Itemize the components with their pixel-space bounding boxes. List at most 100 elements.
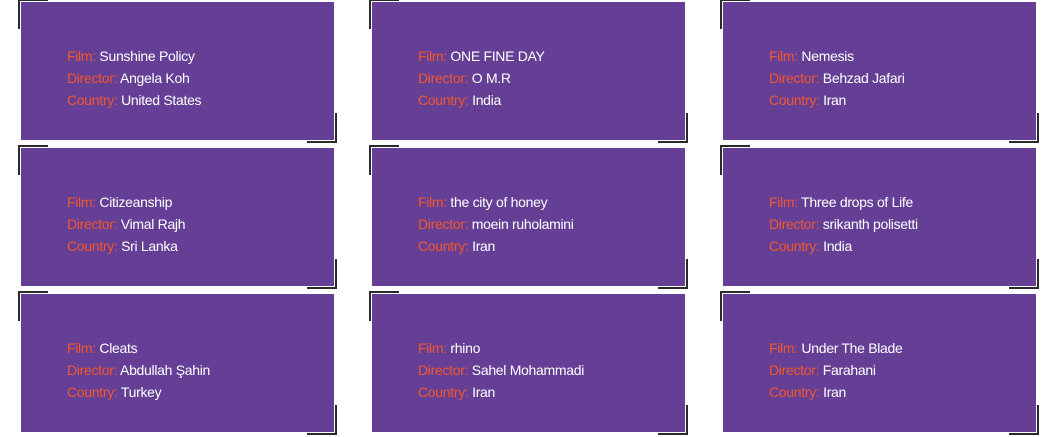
film-card[interactable]: Film: Citizeanship Director: Vimal Rajh … bbox=[18, 145, 337, 289]
country-name: Turkey bbox=[120, 384, 162, 400]
country-row: Country: Iran bbox=[418, 381, 584, 403]
film-label: Film: bbox=[418, 340, 447, 356]
film-title: Sunshine Policy bbox=[99, 48, 195, 64]
director-label: Director: bbox=[418, 216, 469, 232]
film-title: ONE FINE DAY bbox=[450, 48, 545, 64]
film-card[interactable]: Film: the city of honey Director: moein … bbox=[369, 145, 688, 289]
film-card[interactable]: Film: Three drops of Life Director: srik… bbox=[720, 145, 1039, 289]
film-title: Under The Blade bbox=[801, 340, 903, 356]
corner-decoration bbox=[720, 291, 750, 321]
country-name: India bbox=[472, 92, 501, 108]
country-name: Iran bbox=[472, 384, 496, 400]
corner-decoration bbox=[720, 0, 750, 29]
country-label: Country: bbox=[67, 92, 118, 108]
corner-decoration bbox=[18, 291, 48, 321]
film-row: Film: Cleats bbox=[67, 337, 210, 359]
film-label: Film: bbox=[769, 48, 798, 64]
corner-decoration bbox=[18, 0, 48, 29]
country-name: Iran bbox=[472, 238, 496, 254]
country-row: Country: Sri Lanka bbox=[67, 235, 185, 257]
country-label: Country: bbox=[769, 384, 820, 400]
film-info: Film: rhino Director: Sahel Mohammadi Co… bbox=[418, 337, 584, 403]
film-info: Film: Three drops of Life Director: srik… bbox=[769, 191, 918, 257]
corner-decoration bbox=[658, 113, 688, 143]
director-row: Director: srikanth polisetti bbox=[769, 213, 918, 235]
country-label: Country: bbox=[67, 384, 118, 400]
film-title: Three drops of Life bbox=[801, 194, 913, 210]
corner-decoration bbox=[1009, 259, 1039, 289]
country-row: Country: Iran bbox=[418, 235, 574, 257]
director-row: Director: Farahani bbox=[769, 359, 903, 381]
director-row: Director: O M.R bbox=[418, 67, 545, 89]
film-row: Film: Nemesis bbox=[769, 45, 905, 67]
country-name: United States bbox=[121, 92, 202, 108]
director-label: Director: bbox=[418, 70, 469, 86]
country-label: Country: bbox=[67, 238, 118, 254]
film-row: Film: Under The Blade bbox=[769, 337, 903, 359]
director-name: srikanth polisetti bbox=[822, 216, 918, 232]
film-card[interactable]: Film: Sunshine Policy Director: Angela K… bbox=[18, 0, 337, 143]
corner-decoration bbox=[369, 291, 399, 321]
country-name: Iran bbox=[823, 384, 847, 400]
director-name: Vimal Rajh bbox=[120, 216, 186, 232]
director-label: Director: bbox=[769, 216, 820, 232]
film-info: Film: Nemesis Director: Behzad Jafari Co… bbox=[769, 45, 905, 111]
film-title: the city of honey bbox=[450, 194, 548, 210]
corner-decoration bbox=[1009, 405, 1039, 435]
film-label: Film: bbox=[418, 194, 447, 210]
director-label: Director: bbox=[769, 362, 820, 378]
country-row: Country: United States bbox=[67, 89, 202, 111]
film-card[interactable]: Film: Under The Blade Director: Farahani… bbox=[720, 291, 1039, 435]
country-name: India bbox=[823, 238, 852, 254]
country-label: Country: bbox=[769, 92, 820, 108]
film-row: Film: Citizeanship bbox=[67, 191, 185, 213]
film-row: Film: Sunshine Policy bbox=[67, 45, 201, 67]
director-row: Director: Angela Koh bbox=[67, 67, 201, 89]
corner-decoration bbox=[720, 145, 750, 175]
film-card[interactable]: Film: Nemesis Director: Behzad Jafari Co… bbox=[720, 0, 1039, 143]
corner-decoration bbox=[369, 145, 399, 175]
film-label: Film: bbox=[67, 48, 96, 64]
country-label: Country: bbox=[418, 384, 469, 400]
film-label: Film: bbox=[67, 340, 96, 356]
corner-decoration bbox=[658, 259, 688, 289]
country-label: Country: bbox=[769, 238, 820, 254]
film-info: Film: Sunshine Policy Director: Angela K… bbox=[67, 45, 202, 111]
director-label: Director: bbox=[67, 216, 118, 232]
director-label: Director: bbox=[67, 362, 118, 378]
film-row: Film: ONE FINE DAY bbox=[418, 45, 545, 67]
director-name: Farahani bbox=[822, 362, 876, 378]
corner-decoration bbox=[307, 113, 337, 143]
film-card[interactable]: Film: ONE FINE DAY Director: O M.R Count… bbox=[369, 0, 688, 143]
director-label: Director: bbox=[67, 70, 118, 86]
director-name: Sahel Mohammadi bbox=[471, 362, 585, 378]
film-info: Film: Citizeanship Director: Vimal Rajh … bbox=[67, 191, 186, 257]
film-card[interactable]: Film: rhino Director: Sahel Mohammadi Co… bbox=[369, 291, 688, 435]
film-info: Film: Under The Blade Director: Farahani… bbox=[769, 337, 903, 403]
film-info: Film: Cleats Director: Abdullah Şahin Co… bbox=[67, 337, 210, 403]
film-label: Film: bbox=[418, 48, 447, 64]
director-name: Angela Koh bbox=[120, 70, 190, 86]
director-name: O M.R bbox=[471, 70, 511, 86]
country-row: Country: Turkey bbox=[67, 381, 210, 403]
film-row: Film: rhino bbox=[418, 337, 584, 359]
film-title: Cleats bbox=[99, 340, 138, 356]
film-card-grid: Film: Sunshine Policy Director: Angela K… bbox=[0, 0, 1051, 437]
director-row: Director: moein ruholamini bbox=[418, 213, 574, 235]
film-card[interactable]: Film: Cleats Director: Abdullah Şahin Co… bbox=[18, 291, 337, 435]
director-name: moein ruholamini bbox=[471, 216, 574, 232]
corner-decoration bbox=[658, 405, 688, 435]
film-label: Film: bbox=[67, 194, 96, 210]
country-row: Country: India bbox=[418, 89, 545, 111]
film-label: Film: bbox=[769, 194, 798, 210]
country-label: Country: bbox=[418, 238, 469, 254]
director-row: Director: Behzad Jafari bbox=[769, 67, 905, 89]
country-label: Country: bbox=[418, 92, 469, 108]
film-title: Citizeanship bbox=[99, 194, 173, 210]
corner-decoration bbox=[307, 259, 337, 289]
corner-decoration bbox=[307, 405, 337, 435]
corner-decoration bbox=[1009, 113, 1039, 143]
country-row: Country: India bbox=[769, 235, 918, 257]
film-row: Film: Three drops of Life bbox=[769, 191, 918, 213]
corner-decoration bbox=[18, 145, 48, 175]
